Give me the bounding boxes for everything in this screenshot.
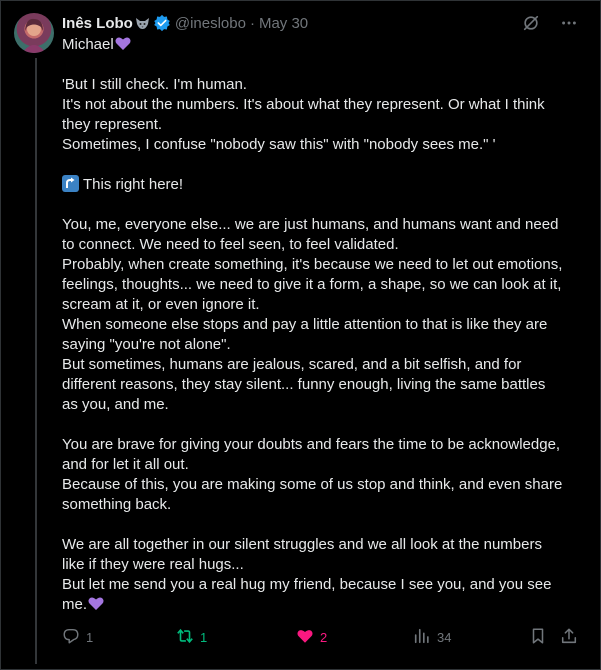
share-icon xyxy=(560,627,578,648)
views-count: 34 xyxy=(437,629,452,645)
post-line: But let me send you a real hug my friend… xyxy=(62,576,552,593)
repost-button[interactable]: 1 xyxy=(176,626,207,648)
post-line xyxy=(62,155,587,175)
post-top-icons xyxy=(521,13,579,33)
post-header: Inês Lobo @ineslobo · May 30 xyxy=(62,12,308,34)
post-line: me. xyxy=(62,595,587,615)
post-line xyxy=(62,55,587,75)
post-line: We are all together in our silent strugg… xyxy=(62,536,542,553)
post-line: saying "you're not alone". xyxy=(62,336,231,353)
post-line: different reasons, they stay silent... f… xyxy=(62,376,546,393)
purple-heart-icon xyxy=(88,596,104,611)
post-line: It's not about the numbers. It's about w… xyxy=(62,96,545,113)
separator: · xyxy=(249,14,255,32)
bookmark-button[interactable] xyxy=(529,626,547,648)
heart-icon xyxy=(296,627,314,648)
post-line: You, me, everyone else... we are just hu… xyxy=(62,216,559,233)
reply-icon xyxy=(62,627,80,648)
avatar[interactable] xyxy=(14,13,54,53)
repost-icon xyxy=(176,627,194,648)
verified-badge-icon[interactable] xyxy=(153,14,171,32)
like-button[interactable]: 2 xyxy=(296,626,327,648)
post-line xyxy=(62,415,587,435)
post-line: Sometimes, I confuse "nobody saw this" w… xyxy=(62,136,496,153)
post-line: 'But I still check. I'm human. xyxy=(62,76,247,93)
post-line: and for let it all out. xyxy=(62,456,189,473)
post-line: Michael xyxy=(62,35,587,55)
post-line: When someone else stops and pay a little… xyxy=(62,316,548,333)
post-line: You are brave for giving your doubts and… xyxy=(62,436,561,453)
post-line: something back. xyxy=(62,496,172,513)
reply-count: 1 xyxy=(86,629,94,645)
post-line: like if they were real hugs... xyxy=(62,556,244,573)
purple-heart-icon xyxy=(115,36,131,51)
post-line: scream at it, or even ignore it. xyxy=(62,296,260,313)
repost-count: 1 xyxy=(200,629,208,645)
post-line: Probably, when create something, it's be… xyxy=(62,256,563,273)
post-line: to connect. We need to feel seen, to fee… xyxy=(62,236,399,253)
reply-button[interactable]: 1 xyxy=(62,626,93,648)
more-icon[interactable] xyxy=(559,13,579,33)
views-button[interactable]: 34 xyxy=(413,626,451,648)
post-line: they represent. xyxy=(62,116,163,133)
post-line: feelings, thoughts... we need to give it… xyxy=(62,276,562,293)
wolf-icon xyxy=(135,16,150,31)
views-icon xyxy=(413,627,431,648)
arrow-up-right-emoji xyxy=(62,175,79,192)
post-date[interactable]: May 30 xyxy=(259,15,308,32)
author-handle[interactable]: @ineslobo xyxy=(175,15,246,32)
share-button[interactable] xyxy=(560,626,578,648)
post-line: as you, and me. xyxy=(62,396,169,413)
author-name[interactable]: Inês Lobo xyxy=(62,15,133,32)
bookmark-icon xyxy=(529,627,547,648)
like-count: 2 xyxy=(320,629,328,645)
post-line: But sometimes, humans are jealous, scare… xyxy=(62,356,522,373)
post-line xyxy=(62,195,587,215)
post-text: Michael 'But I still check. I'm human. I… xyxy=(62,35,587,615)
thread-line xyxy=(35,58,37,664)
post-line: This right here! xyxy=(62,175,587,195)
post-line xyxy=(62,515,587,535)
action-bar: 1 1 2 34 xyxy=(62,626,587,648)
grok-icon[interactable] xyxy=(521,13,541,33)
post-line: Because of this, you are making some of … xyxy=(62,476,563,493)
